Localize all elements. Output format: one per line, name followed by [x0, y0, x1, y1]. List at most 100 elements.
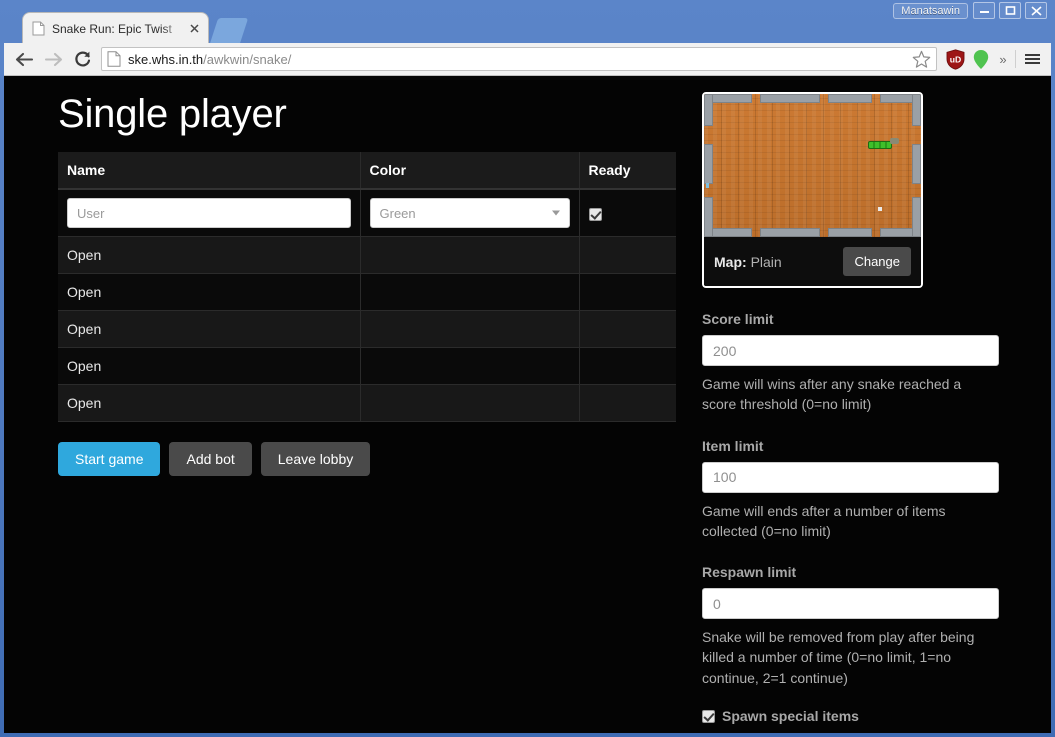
table-head: Name Color Ready — [58, 152, 676, 190]
column-header-ready: Ready — [579, 152, 676, 190]
open-slot-label: Open — [58, 273, 361, 311]
map-card: Map: Plain Change — [702, 92, 923, 288]
table-row-open-slot[interactable]: Open — [58, 384, 676, 422]
browser-window: Manatsawin Snake Run: Epic Twist ske.whs… — [0, 0, 1055, 737]
column-header-name: Name — [58, 152, 361, 190]
column-header-color: Color — [360, 152, 580, 190]
map-item-sprite — [878, 207, 882, 211]
location-extension-button[interactable] — [968, 46, 994, 72]
map-floor-texture — [704, 94, 921, 237]
start-game-button[interactable]: Start game — [58, 442, 161, 476]
table-row-open-slot[interactable]: Open — [58, 236, 676, 274]
svg-text:uD: uD — [949, 54, 960, 64]
table-header-row: Name Color Ready — [58, 152, 676, 190]
map-item-sprite — [706, 183, 709, 188]
open-slot-label: Open — [58, 310, 361, 348]
map-wall-segment — [760, 228, 820, 237]
player-color-select[interactable]: Green — [369, 198, 570, 228]
hamburger-line — [1024, 62, 1040, 64]
item-limit-input[interactable] — [702, 461, 999, 493]
score-limit-help: Game will wins after any snake reached a… — [702, 376, 962, 413]
map-label-prefix: Map: — [714, 253, 747, 270]
snake-head-sprite — [890, 138, 899, 144]
back-button[interactable] — [10, 45, 39, 74]
open-slot-ready — [579, 273, 676, 311]
open-slot-color — [360, 384, 580, 422]
map-preview[interactable] — [704, 94, 921, 237]
url-path: /awkwin/snake/ — [203, 51, 292, 67]
item-limit-label: Item limit — [702, 437, 764, 454]
page-info-icon[interactable] — [107, 51, 121, 67]
map-wall-segment — [828, 228, 872, 237]
map-name: Plain — [750, 253, 782, 270]
map-wall-segment — [828, 94, 872, 103]
spawn-special-items-checkbox[interactable] — [702, 709, 715, 723]
tab-strip: Snake Run: Epic Twist — [4, 0, 1051, 44]
cell-player-color: Green — [360, 189, 580, 237]
lobby-actions: Start game Add bot Leave lobby — [58, 442, 678, 476]
table-row-open-slot[interactable]: Open — [58, 347, 676, 385]
respawn-limit-label: Respawn limit — [702, 564, 797, 581]
add-bot-button[interactable]: Add bot — [169, 442, 252, 476]
score-limit-label: Score limit — [702, 311, 774, 327]
toolbar-divider — [1015, 50, 1016, 68]
address-bar[interactable]: ske.whs.in.th/awkwin/snake/ — [101, 47, 937, 71]
forward-button[interactable] — [39, 45, 68, 74]
settings-panel: Map: Plain Change Score limit Game will … — [702, 92, 1002, 724]
map-wall-segment — [704, 144, 713, 184]
map-wall-segment — [760, 94, 820, 103]
open-slot-ready — [579, 347, 676, 385]
player-slots-table: Name Color Ready Green — [58, 152, 676, 422]
tab-title: Snake Run: Epic Twist — [52, 21, 172, 36]
player-name-input[interactable] — [67, 198, 351, 228]
page-favicon-icon — [32, 21, 45, 36]
reload-button[interactable] — [68, 45, 97, 74]
chevron-down-icon — [551, 210, 560, 216]
change-map-button[interactable]: Change — [843, 247, 911, 276]
table-row-open-slot[interactable]: Open — [58, 310, 676, 348]
respawn-limit-help: Snake will be removed from play after be… — [702, 629, 975, 686]
reload-icon — [74, 51, 90, 67]
url-domain: ske.whs.in.th — [128, 51, 204, 67]
hamburger-line — [1024, 58, 1040, 60]
map-label: Map: Plain — [714, 254, 782, 270]
map-caption-bar: Map: Plain Change — [704, 237, 921, 286]
back-arrow-icon — [15, 52, 34, 66]
respawn-limit-input[interactable] — [702, 588, 999, 620]
browser-menu-button[interactable] — [1019, 46, 1045, 72]
open-slot-ready — [579, 384, 676, 422]
url-text: ske.whs.in.th/awkwin/snake/ — [128, 52, 906, 67]
score-limit-input[interactable] — [702, 335, 999, 366]
map-wall-segment — [912, 144, 921, 184]
browser-toolbar: ske.whs.in.th/awkwin/snake/ uD » — [4, 43, 1051, 76]
open-slot-label: Open — [58, 384, 361, 422]
bookmark-star-icon[interactable] — [912, 50, 931, 69]
field-score-limit: Score limit Game will wins after any sna… — [702, 311, 1002, 415]
snake-body-sprite — [868, 141, 892, 149]
open-slot-color — [360, 310, 580, 348]
forward-arrow-icon — [44, 52, 63, 66]
open-slot-ready — [579, 236, 676, 274]
ublock-origin-icon: uD — [946, 48, 964, 70]
spawn-special-items-label: Spawn special items — [722, 708, 859, 725]
location-pin-icon — [973, 49, 989, 69]
toolbar-overflow-button[interactable]: » — [994, 52, 1012, 67]
ublock-extension-button[interactable]: uD — [942, 46, 968, 72]
hamburger-line — [1024, 54, 1040, 56]
map-wall-segment — [912, 94, 921, 126]
map-wall-segment — [704, 94, 713, 126]
new-tab-button[interactable] — [209, 18, 249, 44]
open-slot-color — [360, 273, 580, 311]
item-limit-help: Game will ends after a number of items c… — [702, 502, 946, 539]
open-slot-color — [360, 236, 580, 274]
tab-close-icon[interactable] — [187, 21, 202, 36]
field-respawn-limit: Respawn limit Snake will be removed from… — [702, 564, 1002, 688]
leave-lobby-button[interactable]: Leave lobby — [260, 442, 371, 476]
player-ready-checkbox[interactable] — [588, 207, 602, 221]
page-viewport: Single player Name Color Ready User Gree… — [4, 76, 1051, 733]
field-item-limit: Item limit Game will ends after a number… — [702, 438, 1002, 542]
table-row-open-slot[interactable]: Open — [58, 273, 676, 311]
open-slot-label: Open — [58, 236, 361, 274]
browser-tab[interactable]: Snake Run: Epic Twist — [22, 12, 209, 44]
cell-player-name — [58, 189, 361, 237]
